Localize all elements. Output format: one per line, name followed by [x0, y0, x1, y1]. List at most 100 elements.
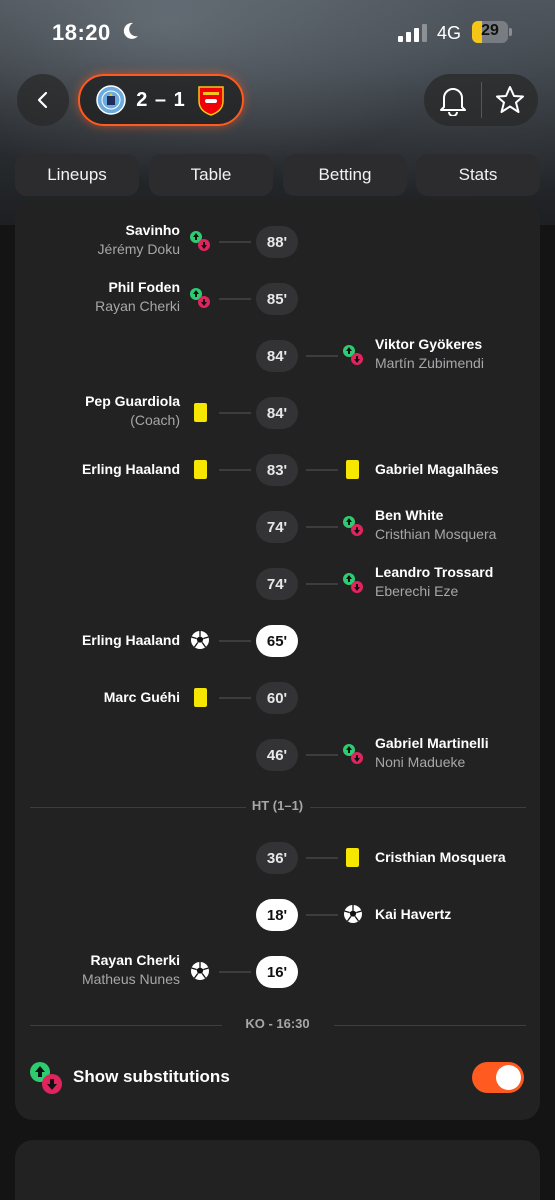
home-event-text: Erling Haaland — [82, 631, 180, 650]
match-event-row[interactable]: 60' Marc Guéhi — [15, 682, 540, 722]
player-name[interactable]: Kai Havertz — [375, 905, 451, 924]
yellow-card-icon — [194, 460, 207, 479]
connector-line — [306, 857, 338, 859]
substitution-icon — [342, 344, 364, 366]
kick-off-separator: KO - 16:30 — [15, 1016, 540, 1036]
player-name[interactable]: Marc Guéhi — [104, 688, 180, 707]
away-event-text: Cristhian Mosquera — [375, 848, 506, 867]
event-minute-badge: 16' — [256, 956, 298, 988]
match-event-row[interactable]: 74' Ben White Cristhian Mosquera — [15, 507, 540, 551]
goal-ball-icon — [189, 629, 211, 651]
substitution-icon — [189, 287, 211, 309]
player-name[interactable]: Erling Haaland — [82, 631, 180, 650]
event-minute-badge: 74' — [256, 511, 298, 543]
tab-bar: Lineups Table Betting Stats — [15, 154, 540, 196]
match-event-row[interactable]: 88' Savinho Jérémy Doku — [15, 222, 540, 266]
man-city-crest-icon — [96, 85, 126, 115]
away-event-text: Gabriel Martinelli Noni Madueke — [375, 734, 489, 772]
away-event-text: Kai Havertz — [375, 905, 451, 924]
match-event-row[interactable]: 36' Cristhian Mosquera — [15, 842, 540, 882]
player-name[interactable]: Ben White — [375, 506, 496, 525]
bell-icon — [439, 88, 466, 116]
match-event-row[interactable]: 83' Erling Haaland Gabriel Magalhães — [15, 454, 540, 494]
show-substitutions-toggle[interactable] — [472, 1062, 524, 1093]
connector-line — [219, 469, 251, 471]
substitution-icon — [342, 743, 364, 765]
connector-line — [219, 971, 251, 973]
connector-line — [219, 640, 251, 642]
player-name[interactable]: Pep Guardiola — [85, 392, 180, 411]
match-event-row[interactable]: 46' Gabriel Martinelli Noni Madueke — [15, 735, 540, 779]
player-name[interactable]: Gabriel Magalhães — [375, 460, 499, 479]
chevron-left-icon — [37, 91, 48, 109]
secondary-player-name[interactable]: Jérémy Doku — [98, 240, 180, 259]
secondary-player-name[interactable]: Matheus Nunes — [82, 970, 180, 989]
match-event-row[interactable]: 84' Pep Guardiola (Coach) — [15, 393, 540, 437]
home-event-text: Savinho Jérémy Doku — [98, 221, 180, 259]
connector-line — [306, 526, 338, 528]
score: 2 – 1 — [136, 88, 186, 111]
half-time-separator: HT (1–1) — [15, 798, 540, 818]
next-section-card — [15, 1140, 540, 1200]
player-name[interactable]: Viktor Gyökeres — [375, 335, 484, 354]
substitution-icon — [189, 230, 211, 252]
player-name[interactable]: Leandro Trossard — [375, 563, 493, 582]
yellow-card-icon — [346, 460, 359, 479]
away-event-text: Ben White Cristhian Mosquera — [375, 506, 496, 544]
home-event-text: Marc Guéhi — [104, 688, 180, 707]
star-icon — [495, 86, 524, 113]
connector-line — [306, 469, 338, 471]
secondary-player-name[interactable]: Eberechi Eze — [375, 582, 493, 601]
secondary-player-name[interactable]: Martín Zubimendi — [375, 354, 484, 373]
away-event-text: Viktor Gyökeres Martín Zubimendi — [375, 335, 484, 373]
match-event-row[interactable]: 84' Viktor Gyökeres Martín Zubimendi — [15, 336, 540, 380]
match-event-row[interactable]: 18' Kai Havertz — [15, 899, 540, 939]
event-minute-badge: 36' — [256, 842, 298, 874]
kick-off-label: KO - 16:30 — [245, 1016, 310, 1031]
player-name[interactable]: Erling Haaland — [82, 460, 180, 479]
secondary-player-name[interactable]: Noni Madueke — [375, 753, 489, 772]
event-minute-badge: 18' — [256, 899, 298, 931]
match-event-row[interactable]: 85' Phil Foden Rayan Cherki — [15, 279, 540, 323]
player-name[interactable]: Gabriel Martinelli — [375, 734, 489, 753]
connector-line — [306, 355, 338, 357]
arsenal-crest-icon — [197, 86, 224, 116]
network-label: 4G — [437, 23, 462, 43]
event-minute-badge: 88' — [256, 226, 298, 258]
event-minute-badge: 74' — [256, 568, 298, 600]
event-minute-badge: 60' — [256, 682, 298, 714]
connector-line — [219, 697, 251, 699]
substitution-icon — [30, 1062, 62, 1094]
connector-line — [219, 298, 251, 300]
player-name[interactable]: Rayan Cherki — [82, 951, 180, 970]
secondary-player-name[interactable]: Rayan Cherki — [95, 297, 180, 316]
score-pill[interactable]: 2 – 1 — [78, 74, 244, 126]
tab-table[interactable]: Table — [149, 154, 273, 196]
notifications-button[interactable] — [424, 74, 481, 126]
tab-lineups[interactable]: Lineups — [15, 154, 139, 196]
tab-betting[interactable]: Betting — [283, 154, 407, 196]
favorite-button[interactable] — [481, 74, 538, 126]
match-event-row[interactable]: 16' Rayan Cherki Matheus Nunes — [15, 952, 540, 996]
toggle-knob — [496, 1065, 521, 1090]
player-name[interactable]: Cristhian Mosquera — [375, 848, 506, 867]
back-button[interactable] — [17, 74, 69, 126]
match-event-row[interactable]: 65' Erling Haaland — [15, 625, 540, 665]
secondary-player-name[interactable]: (Coach) — [85, 411, 180, 430]
goal-ball-icon — [342, 903, 364, 925]
connector-line — [306, 583, 338, 585]
away-event-text: Gabriel Magalhães — [375, 460, 499, 479]
event-minute-badge: 85' — [256, 283, 298, 315]
away-event-text: Leandro Trossard Eberechi Eze — [375, 563, 493, 601]
battery-percent: 29 — [481, 22, 499, 39]
player-name[interactable]: Savinho — [98, 221, 180, 240]
connector-line — [306, 754, 338, 756]
signal-icon — [398, 24, 427, 42]
tab-stats[interactable]: Stats — [416, 154, 540, 196]
player-name[interactable]: Phil Foden — [95, 278, 180, 297]
yellow-card-icon — [194, 403, 207, 422]
show-substitutions-row[interactable]: Show substitutions — [15, 1058, 540, 1098]
event-minute-badge: 84' — [256, 397, 298, 429]
match-event-row[interactable]: 74' Leandro Trossard Eberechi Eze — [15, 564, 540, 608]
secondary-player-name[interactable]: Cristhian Mosquera — [375, 525, 496, 544]
